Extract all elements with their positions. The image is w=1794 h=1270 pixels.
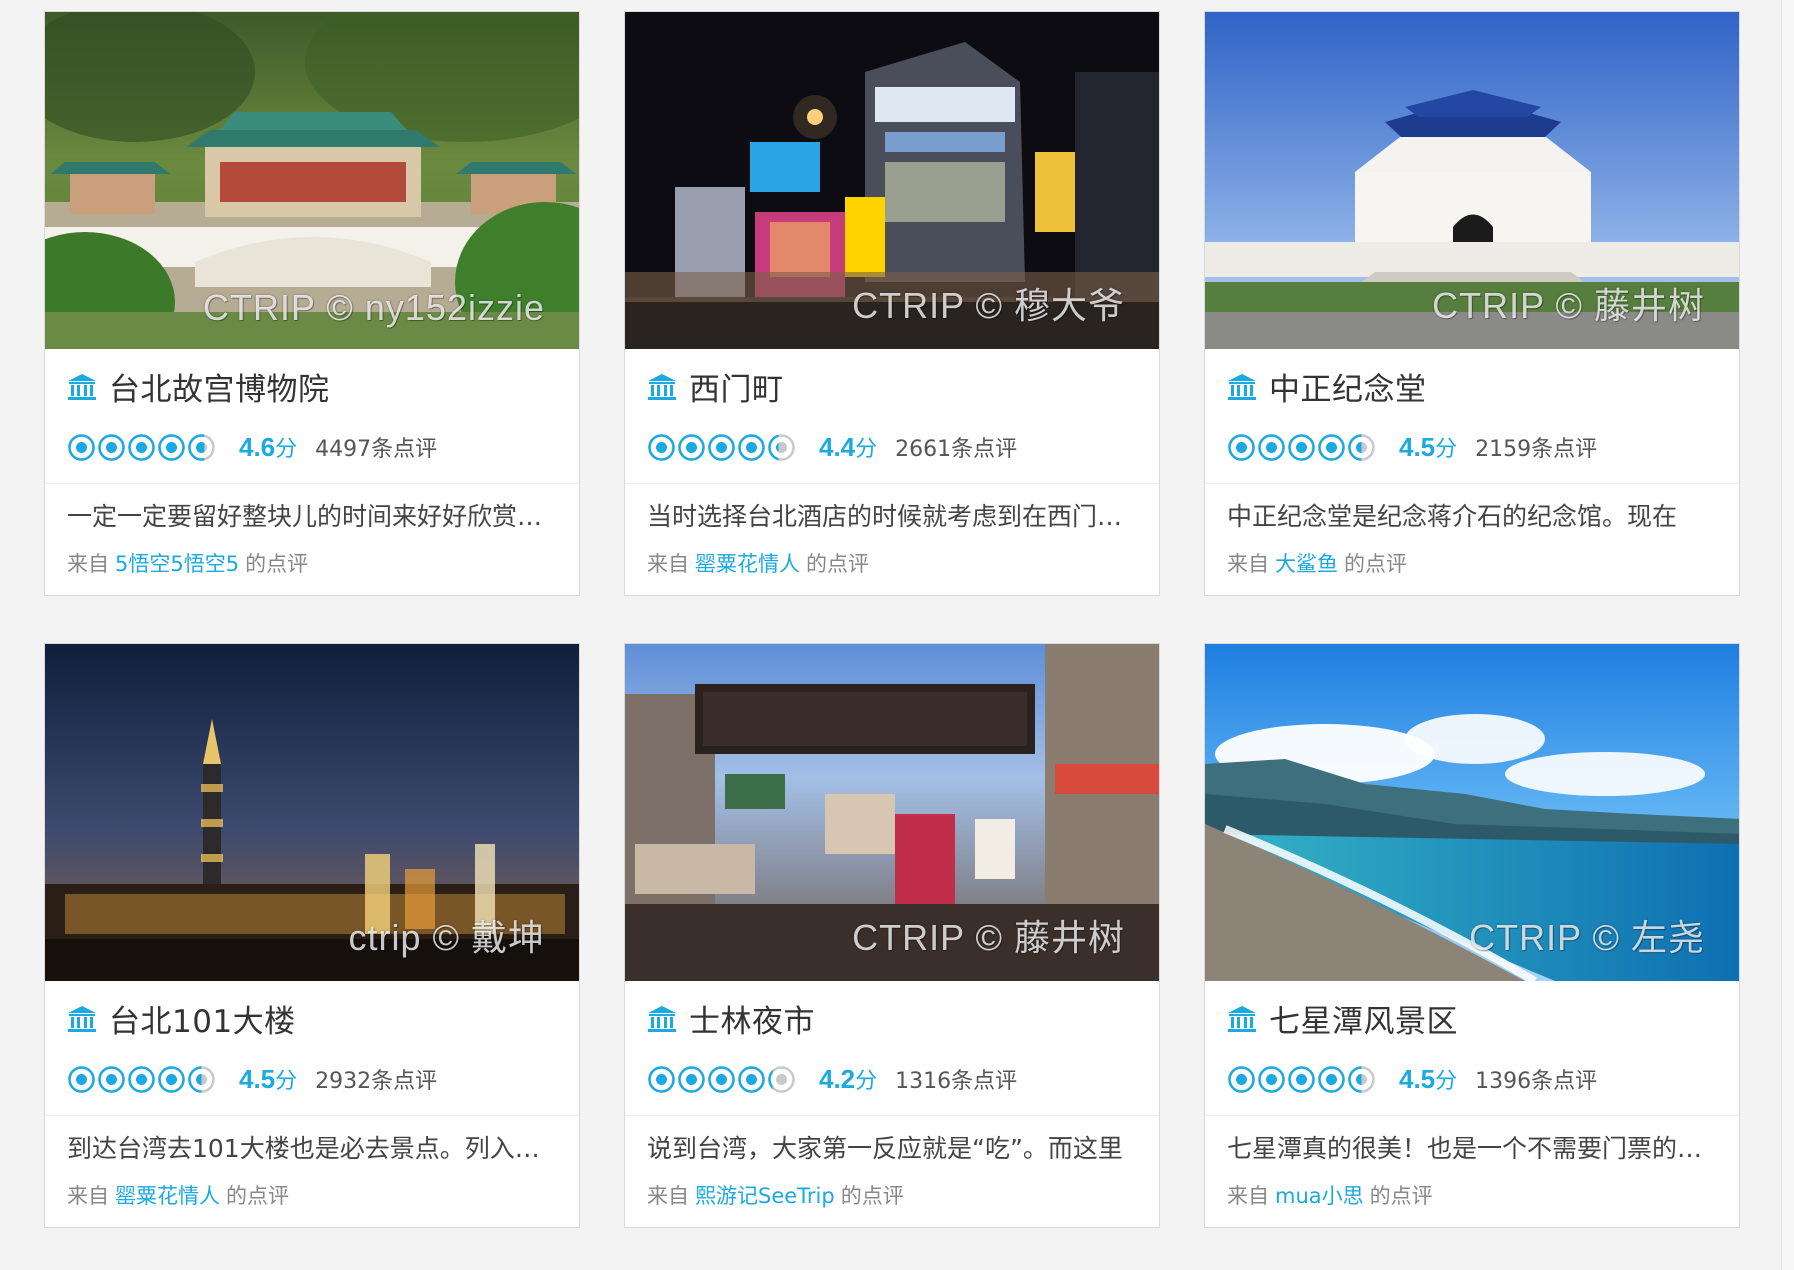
attraction-card[interactable]: CTRIP © ny152izzie 台北故宫博物院 4.6分 4497条点评 … (44, 11, 580, 596)
review-author-link[interactable]: 罂粟花情人 (115, 1184, 220, 1208)
attraction-photo[interactable]: ctrip © 戴坤 (45, 644, 579, 981)
attraction-card[interactable]: CTRIP © 左尧 七星潭风景区 4.5分 1396条点评 七星潭真的很美！也… (1204, 643, 1740, 1228)
photo-watermark: CTRIP © ny152izzie (203, 287, 545, 328)
rating-score: 4.6分 (239, 432, 298, 462)
rating-dots (647, 433, 797, 462)
rating-dot-icon (648, 1065, 675, 1093)
rating-dot-icon (738, 1065, 765, 1093)
rating-dot-icon (768, 1065, 795, 1093)
photo-watermark: CTRIP © 穆大爷 (852, 285, 1125, 326)
rating-score: 4.5分 (1399, 1064, 1458, 1094)
attraction-title[interactable]: 西门町 (689, 364, 784, 409)
attractions-panel: CTRIP © ny152izzie 台北故宫博物院 4.6分 4497条点评 … (0, 0, 1783, 1270)
rating-dot-icon (1348, 433, 1375, 461)
rating-dot-icon (1258, 433, 1285, 461)
attraction-grid: CTRIP © ny152izzie 台北故宫博物院 4.6分 4497条点评 … (44, 11, 1742, 1228)
attraction-card[interactable]: CTRIP © 藤井树 士林夜市 4.2分 1316条点评 说到台湾，大家第一反… (624, 643, 1160, 1228)
museum-icon (648, 374, 676, 400)
museum-icon (1228, 374, 1256, 400)
review-author-link[interactable]: 熙游记SeeTrip (695, 1184, 835, 1208)
review-author-link[interactable]: 大鲨鱼 (1275, 552, 1338, 576)
rating-dot-icon (128, 1065, 155, 1093)
review-count[interactable]: 1316条点评 (895, 1063, 1017, 1095)
review-excerpt[interactable]: 七星潭真的很美！也是一个不需要门票的景点 (1227, 1116, 1721, 1182)
photo-watermark: ctrip © 戴坤 (348, 917, 545, 958)
attraction-photo[interactable]: CTRIP © 藤井树 (1205, 12, 1739, 349)
review-source: 来自 5悟空5悟空5 的点评 (67, 552, 309, 576)
rating-dot-icon (678, 1065, 705, 1093)
museum-icon (68, 374, 96, 400)
rating-dots (1227, 1065, 1377, 1094)
rating-dot-icon (98, 433, 125, 461)
review-count[interactable]: 1396条点评 (1475, 1063, 1597, 1095)
review-count[interactable]: 2661条点评 (895, 431, 1017, 463)
rating-score: 4.5分 (1399, 432, 1458, 462)
rating-dot-icon (188, 1065, 215, 1093)
photo-watermark: CTRIP © 左尧 (1469, 917, 1705, 958)
scrollbar[interactable] (1781, 0, 1794, 1270)
rating-dot-icon (1228, 1065, 1255, 1093)
rating-score: 4.5分 (239, 1064, 298, 1094)
rating-dot-icon (1318, 433, 1345, 461)
rating-dot-icon (68, 1065, 95, 1093)
rating-score: 4.4分 (819, 432, 878, 462)
rating-dot-icon (648, 433, 675, 461)
review-count[interactable]: 4497条点评 (315, 431, 437, 463)
attraction-photo[interactable]: CTRIP © 左尧 (1205, 644, 1739, 981)
review-author-link[interactable]: mua小思 (1275, 1184, 1364, 1208)
museum-icon (1228, 1006, 1256, 1032)
rating-dots (67, 433, 217, 462)
attraction-title[interactable]: 台北101大楼 (109, 996, 296, 1041)
review-count[interactable]: 2932条点评 (315, 1063, 437, 1095)
rating-dots (67, 1065, 217, 1094)
attraction-card[interactable]: CTRIP © 穆大爷 西门町 4.4分 2661条点评 当时选择台北酒店的时候… (624, 11, 1160, 596)
review-excerpt[interactable]: 说到台湾，大家第一反应就是“吃”。而这里 (647, 1116, 1141, 1182)
rating-dot-icon (708, 433, 735, 461)
rating-dot-icon (1258, 1065, 1285, 1093)
rating-dot-icon (128, 433, 155, 461)
review-excerpt[interactable]: 到达台湾去101大楼也是必去景点。列入行程 (67, 1116, 561, 1182)
rating-dot-icon (188, 433, 215, 461)
rating-dots (647, 1065, 797, 1094)
attraction-title[interactable]: 七星潭风景区 (1269, 996, 1458, 1041)
review-source: 来自 mua小思 的点评 (1227, 1184, 1433, 1208)
rating-dot-icon (1288, 1065, 1315, 1093)
review-source: 来自 大鲨鱼 的点评 (1227, 552, 1407, 576)
rating-dot-icon (708, 1065, 735, 1093)
museum-icon (68, 1006, 96, 1032)
rating-dot-icon (1228, 433, 1255, 461)
rating-dot-icon (98, 1065, 125, 1093)
rating-dot-icon (68, 433, 95, 461)
attraction-photo[interactable]: CTRIP © ny152izzie (45, 12, 579, 349)
attraction-photo[interactable]: CTRIP © 藤井树 (625, 644, 1159, 981)
review-excerpt[interactable]: 中正纪念堂是纪念蒋介石的纪念馆。现在 (1227, 484, 1721, 550)
rating-dot-icon (158, 1065, 185, 1093)
rating-dot-icon (1348, 1065, 1375, 1093)
review-source: 来自 熙游记SeeTrip 的点评 (647, 1184, 904, 1208)
attraction-photo[interactable]: CTRIP © 穆大爷 (625, 12, 1159, 349)
attraction-title[interactable]: 中正纪念堂 (1269, 364, 1427, 409)
rating-dot-icon (1288, 433, 1315, 461)
attraction-title[interactable]: 台北故宫博物院 (109, 364, 330, 409)
review-source: 来自 罂粟花情人 的点评 (647, 552, 869, 576)
rating-dot-icon (1318, 1065, 1345, 1093)
photo-watermark: CTRIP © 藤井树 (1432, 285, 1705, 326)
rating-dots (1227, 433, 1377, 462)
attraction-title[interactable]: 士林夜市 (689, 996, 815, 1041)
review-author-link[interactable]: 5悟空5悟空5 (115, 552, 239, 576)
rating-dot-icon (738, 433, 765, 461)
review-author-link[interactable]: 罂粟花情人 (695, 552, 800, 576)
museum-icon (648, 1006, 676, 1032)
review-excerpt[interactable]: 一定一定要留好整块儿的时间来好好欣赏台北故宫博物院 (67, 484, 561, 550)
attraction-card[interactable]: CTRIP © 藤井树 中正纪念堂 4.5分 2159条点评 中正纪念堂是纪念蒋… (1204, 11, 1740, 596)
review-excerpt[interactable]: 当时选择台北酒店的时候就考虑到在西门町附近 (647, 484, 1141, 550)
rating-dot-icon (158, 433, 185, 461)
review-source: 来自 罂粟花情人 的点评 (67, 1184, 289, 1208)
review-count[interactable]: 2159条点评 (1475, 431, 1597, 463)
rating-dot-icon (678, 433, 705, 461)
photo-watermark: CTRIP © 藤井树 (852, 917, 1125, 958)
attraction-card[interactable]: ctrip © 戴坤 台北101大楼 4.5分 2932条点评 到达台湾去101… (44, 643, 580, 1228)
rating-dot-icon (768, 433, 795, 461)
rating-score: 4.2分 (819, 1064, 878, 1094)
